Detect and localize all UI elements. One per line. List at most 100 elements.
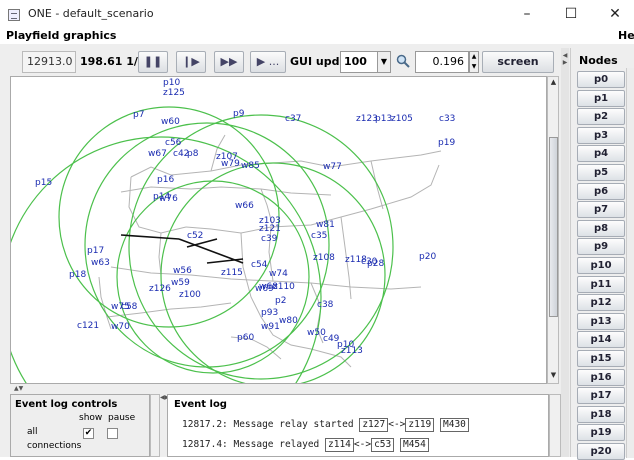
node-label: c121 xyxy=(77,321,99,331)
node-label: p16 xyxy=(157,175,174,185)
node-label: w74 xyxy=(269,269,288,279)
scroll-up-icon[interactable]: ▲ xyxy=(549,78,558,86)
node-label: z113 xyxy=(341,346,363,356)
node-button-p18[interactable]: p18 xyxy=(577,405,625,423)
nodes-scrollbar[interactable] xyxy=(626,68,634,458)
chevron-down-icon[interactable]: ▼ xyxy=(377,51,391,73)
node-label: p9 xyxy=(233,109,245,119)
row-connections-label: connections xyxy=(27,441,82,451)
zoom-spinner-arrows[interactable]: ▲ ▼ xyxy=(469,51,479,73)
node-button-p6[interactable]: p6 xyxy=(577,182,625,200)
menubar: Playfield graphics Hel xyxy=(0,28,634,44)
node-button-p9[interactable]: p9 xyxy=(577,238,625,256)
menu-playfield-graphics[interactable]: Playfield graphics xyxy=(6,29,116,42)
road-segment xyxy=(128,176,187,234)
scroll-thumb[interactable] xyxy=(549,137,558,317)
all-show-checkbox[interactable]: ✔ xyxy=(83,428,94,439)
node-label: z105 xyxy=(391,114,413,124)
playfield-map: p10z125p7w60p9 c37 z123p13z105 c33p19c56w67… xyxy=(11,78,455,383)
node-button-p7[interactable]: p7 xyxy=(577,201,625,219)
close-button[interactable]: ✕ xyxy=(596,3,634,25)
sim-time-field[interactable]: 12913.0 xyxy=(22,51,76,73)
node-label: p7 xyxy=(133,110,144,120)
node-label: w69 xyxy=(255,284,274,294)
log-splitter[interactable]: ◀▶ xyxy=(160,394,169,457)
node-label: c37 xyxy=(285,114,301,124)
node-label: p93 xyxy=(261,308,278,318)
node-label: z110 xyxy=(273,282,295,292)
log-node-link[interactable]: z114 xyxy=(325,438,354,452)
node-button-p13[interactable]: p13 xyxy=(577,312,625,330)
node-label: p20 xyxy=(419,252,436,262)
node-button-p10[interactable]: p10 xyxy=(577,257,625,274)
node-label: z115 xyxy=(221,268,243,278)
zoom-spinner[interactable]: 0.196 xyxy=(415,51,469,73)
maximize-button[interactable]: ☐ xyxy=(552,3,590,25)
node-label: w60 xyxy=(161,117,180,127)
sim-rate-label: 198.61 1/s xyxy=(80,55,145,68)
column-headers: show pause xyxy=(79,413,136,423)
row-all-label: all xyxy=(27,427,38,437)
horizontal-splitter[interactable]: ▲▼ xyxy=(10,386,561,393)
node-label: w70 xyxy=(111,322,130,332)
node-label: c52 xyxy=(187,231,203,241)
menu-help[interactable]: Hel xyxy=(618,29,634,42)
log-line: 12817.2: Message relay started z127 <-> z1… xyxy=(182,418,469,432)
log-line: 12817.4: Message relayed z114 <-> c53 M454 xyxy=(182,438,429,452)
all-pause-checkbox[interactable] xyxy=(107,428,118,439)
simulation-toolbar: 12913.0 198.61 1/s ❚❚ ❙▶ ▶▶ ▶ ... GUI up… xyxy=(10,48,554,88)
log-node-link[interactable]: z127 xyxy=(359,418,389,432)
node-label: c56 xyxy=(165,138,182,148)
node-button-p5[interactable]: p5 xyxy=(577,164,625,181)
event-log-controls-title: Event log controls xyxy=(15,399,118,410)
node-button-p1[interactable]: p1 xyxy=(577,89,625,107)
node-button-p15[interactable]: p15 xyxy=(577,350,625,367)
step-button[interactable]: ❙▶ xyxy=(176,51,206,73)
node-label: p17 xyxy=(87,246,104,256)
event-log-controls-scrollbar[interactable] xyxy=(150,394,160,457)
node-label: w81 xyxy=(316,220,335,230)
node-button-p19[interactable]: p19 xyxy=(577,424,625,442)
log-node-link[interactable]: z119 xyxy=(405,418,435,432)
node-button-p17[interactable]: p17 xyxy=(577,387,625,405)
playfield-canvas[interactable]: p10 z125 p7 w60 p9 c37 z123 p13 z105 c33 p19 c56 w67… xyxy=(10,76,547,384)
node-label: p18 xyxy=(69,270,86,280)
node-label: z108 xyxy=(313,253,335,263)
node-button-p16[interactable]: p16 xyxy=(577,368,625,386)
pause-button[interactable]: ❚❚ xyxy=(138,51,168,73)
node-button-p20[interactable]: p20 xyxy=(577,443,625,460)
node-button-p4[interactable]: p4 xyxy=(577,145,625,163)
scroll-down-icon[interactable]: ▼ xyxy=(549,371,558,379)
screenshot-button[interactable]: screen shot xyxy=(482,51,554,88)
node-label: p19 xyxy=(438,138,455,148)
window-titlebar: ONE - default_scenario – ☐ ✕ xyxy=(0,0,634,28)
fast-forward-button[interactable]: ▶▶ xyxy=(214,51,244,73)
minimize-button[interactable]: – xyxy=(508,3,546,25)
node-button-p12[interactable]: p12 xyxy=(577,294,625,312)
app-icon xyxy=(8,9,20,21)
log-node-link[interactable]: c53 xyxy=(371,438,395,452)
node-label: c33 xyxy=(439,114,455,124)
node-button-p0[interactable]: p0 xyxy=(577,71,625,88)
node-button-p8[interactable]: p8 xyxy=(577,219,625,237)
node-label: w80 xyxy=(279,316,298,326)
window-title: ONE - default_scenario xyxy=(28,7,154,20)
node-button-p14[interactable]: p14 xyxy=(577,331,625,349)
vertical-splitter[interactable]: ◀ ▶ xyxy=(561,48,569,457)
node-label: p8 xyxy=(187,149,199,159)
node-button-p2[interactable]: p2 xyxy=(577,108,625,126)
log-message-link[interactable]: M454 xyxy=(399,438,429,452)
playfield-vertical-scrollbar[interactable]: ▲ ▼ xyxy=(547,76,559,384)
node-label: w91 xyxy=(261,322,280,332)
node-button-p11[interactable]: p11 xyxy=(577,275,625,293)
node-label: w85 xyxy=(241,161,260,171)
node-button-p3[interactable]: p3 xyxy=(577,126,625,144)
node-label: w67 xyxy=(148,149,167,159)
node-label: w56 xyxy=(173,266,192,276)
nodes-title: Nodes xyxy=(579,54,618,67)
road-segment xyxy=(185,164,440,234)
log-message-link[interactable]: M430 xyxy=(440,418,469,432)
play-until-button[interactable]: ▶ ... xyxy=(250,51,286,73)
node-label: c39 xyxy=(261,234,278,244)
event-log-scrollbar[interactable] xyxy=(549,394,561,457)
